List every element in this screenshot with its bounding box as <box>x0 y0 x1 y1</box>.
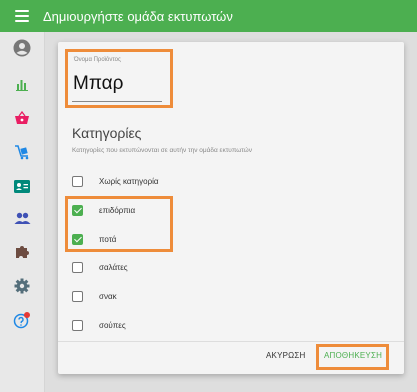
basket-icon[interactable] <box>12 108 32 128</box>
checkbox-drinks[interactable] <box>72 234 83 245</box>
product-name-label: Όνομα Προϊόντος <box>74 57 121 63</box>
checkbox-desserts[interactable] <box>72 205 83 216</box>
puzzle-icon[interactable] <box>12 242 32 262</box>
category-label: σούπες <box>99 321 126 330</box>
checkbox-salads[interactable] <box>72 262 83 273</box>
people-icon[interactable] <box>12 208 32 228</box>
help-icon[interactable] <box>12 310 32 330</box>
dialog-divider <box>58 341 404 342</box>
gear-icon[interactable] <box>12 276 32 296</box>
category-label: Χωρίς κατηγορία <box>99 177 159 186</box>
page-title: Δημιουργήστε ομάδα εκτυπωτών <box>43 8 233 24</box>
cancel-button[interactable]: ΑΚΥΡΩΣΗ <box>266 351 305 360</box>
category-label: επιδόρπια <box>99 206 136 215</box>
input-underline <box>72 101 162 102</box>
save-button[interactable]: ΑΠΟΘΗΚΕΥΣΗ <box>324 351 382 360</box>
checkbox-soups[interactable] <box>72 320 83 331</box>
cart-icon[interactable] <box>12 142 32 162</box>
menu-icon[interactable] <box>15 10 29 22</box>
category-label: σνακ <box>99 292 117 301</box>
category-label: ποτά <box>99 235 117 244</box>
categories-title: Κατηγορίες <box>72 125 142 141</box>
badge-icon[interactable] <box>12 176 32 196</box>
product-name-input[interactable]: Μπαρ <box>73 73 123 95</box>
sidebar <box>0 32 45 392</box>
account-icon[interactable] <box>12 38 32 58</box>
checkbox-uncategorized[interactable] <box>72 176 83 187</box>
bar-chart-icon[interactable] <box>12 74 32 94</box>
checkbox-snacks[interactable] <box>72 291 83 302</box>
category-label: σαλάτες <box>99 263 128 272</box>
categories-subtitle: Κατηγορίες που εκτυπώνονται σε αυτήν την… <box>72 147 252 154</box>
app-bar: Δημιουργήστε ομάδα εκτυπωτών <box>0 0 417 32</box>
